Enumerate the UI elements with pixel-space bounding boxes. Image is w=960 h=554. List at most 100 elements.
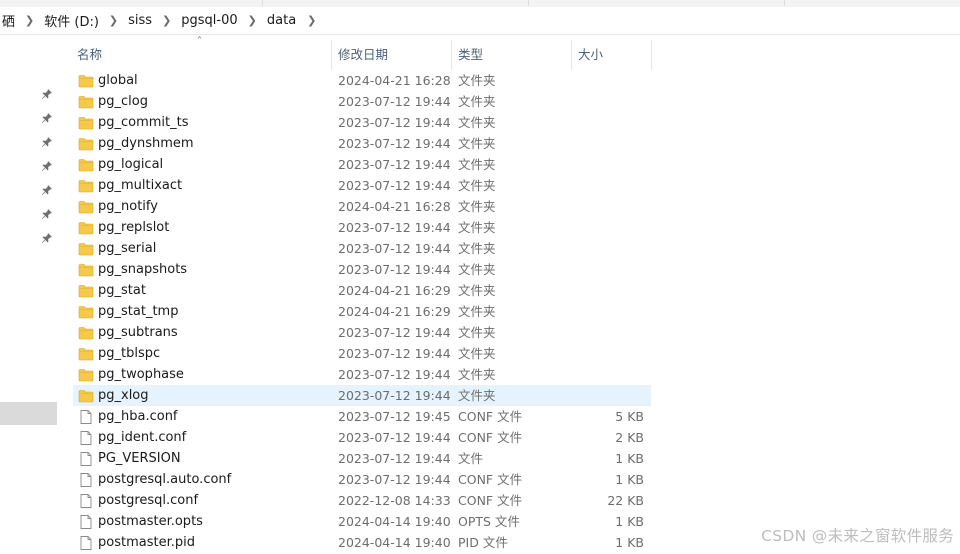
file-date: 2023-07-12 19:44 [338, 157, 451, 172]
file-icon [78, 409, 94, 425]
top-strip-segment [529, 0, 785, 6]
folder-row[interactable]: pg_stat 2024-04-21 16:29 文件夹 [73, 280, 651, 301]
navigation-pane[interactable] [0, 35, 58, 554]
file-type: 文件夹 [458, 73, 496, 88]
file-row[interactable]: PG_VERSION 2023-07-12 19:44 文件 1 KB [73, 448, 651, 469]
pin-icon[interactable] [41, 184, 53, 196]
column-header-date[interactable]: 修改日期 [331, 40, 451, 70]
file-date: 2024-04-14 19:40 [338, 535, 451, 550]
folder-row[interactable]: pg_clog 2023-07-12 19:44 文件夹 [73, 91, 651, 112]
folder-icon [78, 157, 94, 173]
chevron-right-icon[interactable]: ❯ [109, 14, 118, 27]
breadcrumb-item[interactable]: 硒 [0, 11, 17, 30]
folder-row[interactable]: pg_subtrans 2023-07-12 19:44 文件夹 [73, 322, 651, 343]
chevron-right-icon[interactable]: ❯ [248, 14, 257, 27]
pin-icon[interactable] [41, 136, 53, 148]
column-header-size[interactable]: 大小 [571, 40, 651, 70]
file-list[interactable]: global 2024-04-21 16:28 文件夹 pg_clog 2023-07-… [73, 70, 651, 553]
file-type: 文件夹 [458, 262, 496, 277]
file-name: pg_hba.conf [98, 409, 178, 424]
breadcrumb-item[interactable]: 软件 (D:) [42, 11, 101, 30]
folder-row[interactable]: pg_notify 2024-04-21 16:28 文件夹 [73, 196, 651, 217]
file-size: 2 KB [615, 430, 644, 445]
file-type: 文件夹 [458, 388, 496, 403]
file-date: 2024-04-14 19:40 [338, 514, 451, 529]
file-date: 2023-07-12 19:44 [338, 262, 451, 277]
folder-row[interactable]: pg_commit_ts 2023-07-12 19:44 文件夹 [73, 112, 651, 133]
folder-row[interactable]: pg_tblspc 2023-07-12 19:44 文件夹 [73, 343, 651, 364]
file-type: CONF 文件 [458, 493, 523, 508]
folder-row[interactable]: global 2024-04-21 16:28 文件夹 [73, 70, 651, 91]
pin-icon[interactable] [41, 88, 53, 100]
file-date: 2023-07-12 19:44 [338, 325, 451, 340]
folder-row[interactable]: pg_logical 2023-07-12 19:44 文件夹 [73, 154, 651, 175]
column-header-type[interactable]: 类型 [451, 40, 571, 70]
file-row[interactable]: postgresql.auto.conf 2023-07-12 19:44 CONF… [73, 469, 651, 490]
file-name: global [98, 73, 138, 88]
file-row[interactable]: postmaster.pid 2024-04-14 19:40 PID 文件 1 KB [73, 532, 651, 553]
breadcrumb-item[interactable]: data [265, 13, 298, 28]
folder-icon [78, 178, 94, 194]
file-row[interactable]: pg_hba.conf 2023-07-12 19:45 CONF 文件 5 KB [73, 406, 651, 427]
file-date: 2023-07-12 19:44 [338, 178, 451, 193]
folder-row[interactable]: pg_replslot 2023-07-12 19:44 文件夹 [73, 217, 651, 238]
file-icon [78, 535, 94, 551]
file-name: pg_clog [98, 94, 148, 109]
file-type: 文件夹 [458, 283, 496, 298]
folder-row[interactable]: pg_twophase 2023-07-12 19:44 文件夹 [73, 364, 651, 385]
file-date: 2023-07-12 19:44 [338, 388, 451, 403]
file-type: PID 文件 [458, 535, 508, 550]
file-row[interactable]: postgresql.conf 2022-12-08 14:33 CONF 文件 22… [73, 490, 651, 511]
folder-row[interactable]: pg_multixact 2023-07-12 19:44 文件夹 [73, 175, 651, 196]
file-row[interactable]: pg_ident.conf 2023-07-12 19:44 CONF 文件 2 KB [73, 427, 651, 448]
folder-icon [78, 304, 94, 320]
file-name: pg_ident.conf [98, 430, 187, 445]
file-name: postgresql.auto.conf [98, 472, 232, 487]
file-type: 文件夹 [458, 94, 496, 109]
file-name: pg_tblspc [98, 346, 161, 361]
folder-icon [78, 283, 94, 299]
address-bar[interactable]: 硒 ❯ 软件 (D:) ❯ siss ❯ pgsql-00 ❯ data ❯ [0, 7, 960, 35]
window-top-strip [0, 0, 960, 7]
folder-icon [78, 346, 94, 362]
nav-item-selected[interactable] [0, 402, 57, 425]
file-row[interactable]: postmaster.opts 2024-04-14 19:40 OPTS 文件 1 … [73, 511, 651, 532]
pin-icon[interactable] [41, 208, 53, 220]
chevron-right-icon[interactable]: ❯ [25, 14, 34, 27]
file-size: 22 KB [607, 493, 644, 508]
pin-icon[interactable] [41, 160, 53, 172]
file-name: pg_logical [98, 157, 164, 172]
file-name: postmaster.pid [98, 535, 195, 550]
folder-row[interactable]: pg_xlog 2023-07-12 19:44 文件夹 [73, 385, 651, 406]
file-type: 文件夹 [458, 115, 496, 130]
file-name: pg_snapshots [98, 262, 188, 277]
folder-row[interactable]: pg_dynshmem 2023-07-12 19:44 文件夹 [73, 133, 651, 154]
file-date: 2023-07-12 19:44 [338, 472, 451, 487]
column-divider[interactable] [651, 40, 652, 70]
folder-row[interactable]: pg_snapshots 2023-07-12 19:44 文件夹 [73, 259, 651, 280]
top-strip-segment [263, 0, 529, 6]
file-date: 2023-07-12 19:44 [338, 115, 451, 130]
file-type: 文件夹 [458, 325, 496, 340]
file-type: 文件夹 [458, 157, 496, 172]
top-strip-segment [0, 0, 263, 6]
folder-icon [78, 262, 94, 278]
file-icon [78, 472, 94, 488]
file-type: 文件夹 [458, 199, 496, 214]
file-type: 文件夹 [458, 346, 496, 361]
pin-icon[interactable] [41, 232, 53, 244]
column-header[interactable]: 名称 修改日期 类型 大小 [70, 40, 670, 70]
pin-icon[interactable] [41, 112, 53, 124]
column-header-name[interactable]: 名称 [70, 40, 332, 70]
chevron-right-icon[interactable]: ❯ [307, 14, 316, 27]
folder-row[interactable]: pg_serial 2023-07-12 19:44 文件夹 [73, 238, 651, 259]
file-size: 5 KB [615, 409, 644, 424]
file-type: 文件夹 [458, 367, 496, 382]
chevron-right-icon[interactable]: ❯ [162, 14, 171, 27]
file-date: 2023-07-12 19:44 [338, 430, 451, 445]
breadcrumb-item[interactable]: siss [126, 13, 154, 28]
file-icon [78, 430, 94, 446]
breadcrumb-item[interactable]: pgsql-00 [179, 13, 239, 28]
folder-row[interactable]: pg_stat_tmp 2024-04-21 16:29 文件夹 [73, 301, 651, 322]
file-name: postgresql.conf [98, 493, 199, 508]
